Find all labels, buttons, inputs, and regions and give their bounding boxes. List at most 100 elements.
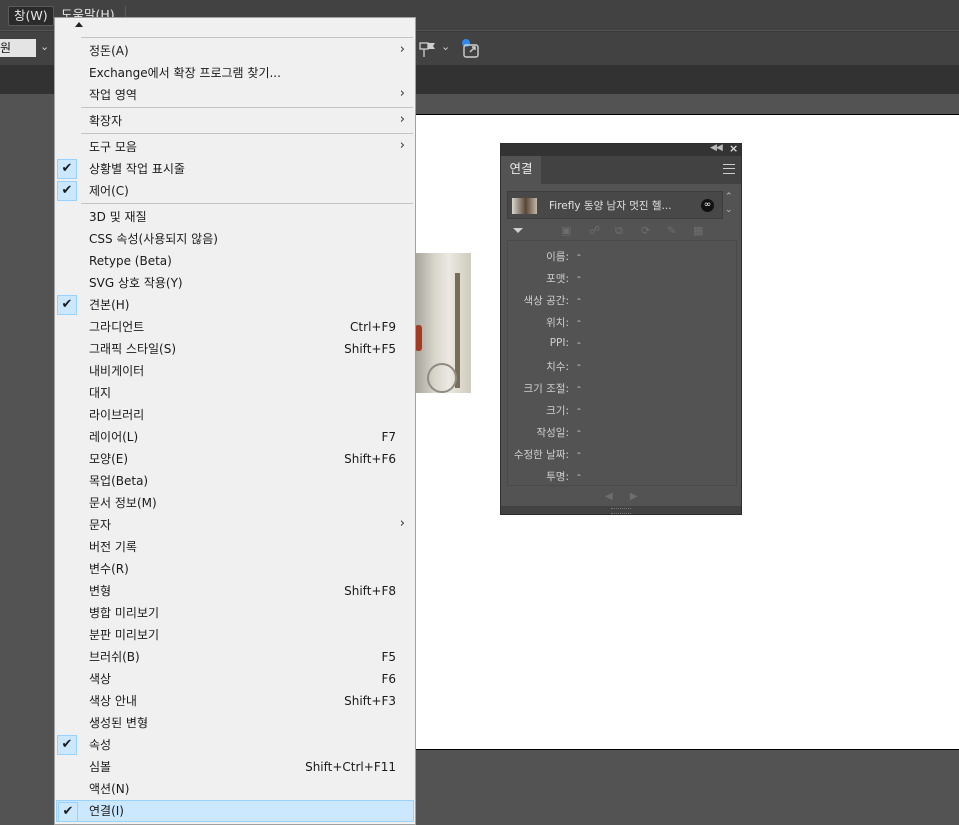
menu-item[interactable]: ✔ 견본(H) [56, 294, 414, 316]
menu-item[interactable]: 대지 [56, 382, 414, 404]
edit-original-icon[interactable]: ✎ [667, 224, 676, 237]
menu-item-label: 연결(I) [89, 804, 124, 818]
menu-item-label: 작업 영역 [89, 88, 137, 102]
menu-item-label: 변수(R) [89, 562, 129, 576]
menu-item[interactable]: 3D 및 재질 [56, 206, 414, 228]
info-row: 작성일: - [508, 421, 736, 443]
menu-item[interactable]: ✔ 상황별 작업 표시줄 [56, 158, 414, 180]
info-key: 크기 조절: [523, 383, 569, 395]
panel-tab-row: 연결 [501, 156, 741, 184]
menu-item-label: 정돈(A) [89, 44, 129, 58]
menu-divider [81, 107, 413, 108]
checkmark-icon: ✔ [57, 295, 77, 315]
menu-divider [81, 133, 413, 134]
info-row: 포맷: - [508, 267, 736, 289]
menu-item-label: 분판 미리보기 [89, 628, 160, 642]
menu-item[interactable]: SVG 상호 작용(Y) [56, 272, 414, 294]
scroll-up-arrow-icon[interactable] [75, 22, 83, 27]
menu-item-label: Retype (Beta) [89, 254, 172, 268]
menu-item[interactable]: 액션(N) [56, 778, 414, 800]
menu-item[interactable]: 문자 › [56, 514, 414, 536]
next-link-icon[interactable]: ▶ [630, 491, 638, 502]
menu-item[interactable]: 병합 미리보기 [56, 602, 414, 624]
menu-item-label: 견본(H) [89, 298, 130, 312]
menu-item[interactable]: 색상 F6 [56, 668, 414, 690]
embed-icon[interactable]: ▣ [561, 224, 571, 237]
info-key: 수정한 날짜: [513, 449, 569, 461]
window-menu-dropdown: 정돈(A) › Exchange에서 확장 프로그램 찾기... 작업 영역 › 확장자 ›… [54, 17, 416, 825]
link-list-item[interactable]: Firefly 동양 남자 멋진 헬... ∞ [507, 191, 723, 219]
menu-item-label: 액션(N) [89, 782, 130, 796]
menu-divider [81, 203, 413, 204]
menu-item[interactable]: 모양(E) Shift+F6 [56, 448, 414, 470]
menu-item-label: 제어(C) [89, 184, 129, 198]
list-scrollbar[interactable]: ⌃ ⌄ [723, 191, 736, 219]
info-key: 위치: [546, 317, 569, 329]
panel-menu-icon[interactable] [723, 164, 735, 174]
menu-window[interactable]: 창(W) [8, 6, 54, 26]
menu-item-label: 색상 [89, 672, 112, 686]
menu-item[interactable]: 내비게이터 [56, 360, 414, 382]
menu-item[interactable]: 심볼 Shift+Ctrl+F11 [56, 756, 414, 778]
info-value: - [577, 381, 581, 393]
link-icon: ∞ [701, 199, 714, 212]
menu-item-shortcut: Shift+F8 [344, 584, 396, 598]
submenu-arrow-icon: › [399, 516, 405, 531]
placed-image[interactable] [415, 253, 471, 393]
menu-item-label: 생성된 변형 [89, 716, 149, 730]
menu-item-label: 목업(Beta) [89, 474, 149, 488]
menu-item-label: SVG 상호 작용(Y) [89, 276, 183, 290]
link-nav: ◀ ▶ [605, 491, 638, 502]
menu-item[interactable]: 정돈(A) › [56, 40, 414, 62]
menu-item-shortcut: F5 [381, 650, 396, 664]
menu-item[interactable]: ✔ 연결(I) [56, 800, 414, 822]
menu-item[interactable]: Exchange에서 확장 프로그램 찾기... [56, 62, 414, 84]
scroll-down-icon[interactable]: ⌄ [725, 205, 733, 215]
info-value: - [577, 425, 581, 437]
menu-item-shortcut: F6 [381, 672, 396, 686]
menu-item[interactable]: 분판 미리보기 [56, 624, 414, 646]
collapse-icon[interactable]: ◀◀ [710, 143, 723, 153]
menu-item[interactable]: 변수(R) [56, 558, 414, 580]
menu-item[interactable]: Retype (Beta) [56, 250, 414, 272]
menu-item[interactable]: 브러쉬(B) F5 [56, 646, 414, 668]
show-info-triangle-icon[interactable] [513, 228, 523, 233]
menu-item[interactable]: 그래픽 스타일(S) Shift+F5 [56, 338, 414, 360]
relink-icon[interactable]: ☍ [589, 224, 600, 237]
menu-item[interactable]: 버전 기록 [56, 536, 414, 558]
menu-item[interactable]: CSS 속성(사용되지 않음) [56, 228, 414, 250]
control-select[interactable]: 원 [0, 39, 36, 57]
menu-item[interactable]: 레이어(L) F7 [56, 426, 414, 448]
info-value: - [577, 447, 581, 459]
menu-item[interactable]: 도구 모음 › [56, 136, 414, 158]
menu-item[interactable]: 그라디언트 Ctrl+F9 [56, 316, 414, 338]
image-detail [455, 273, 460, 388]
update-link-icon[interactable]: ⟳ [641, 224, 650, 237]
export-share-icon[interactable] [459, 37, 483, 61]
chevron-down-icon[interactable]: ⌄ [40, 40, 49, 53]
menu-item[interactable]: 색상 안내 Shift+F3 [56, 690, 414, 712]
trash-icon[interactable]: ▦ [693, 224, 703, 237]
menu-item[interactable]: 작업 영역 › [56, 84, 414, 106]
menu-item-label: 확장자 [89, 114, 123, 128]
link-name: Firefly 동양 남자 멋진 헬... [549, 200, 672, 212]
menu-item[interactable]: ✔ 속성 [56, 734, 414, 756]
previous-link-icon[interactable]: ◀ [605, 491, 613, 502]
flag-align-icon[interactable] [418, 38, 440, 60]
menu-item[interactable]: 문서 정보(M) [56, 492, 414, 514]
menu-item[interactable]: 라이브러리 [56, 404, 414, 426]
close-icon[interactable]: × [729, 142, 738, 155]
scroll-up-icon[interactable]: ⌃ [725, 192, 733, 202]
go-to-link-icon[interactable]: ⧉ [615, 224, 623, 238]
chevron-down-icon[interactable]: ⌄ [441, 40, 450, 53]
menu-divider [81, 37, 413, 38]
resize-grip-icon[interactable] [611, 508, 631, 514]
menu-item[interactable]: 확장자 › [56, 110, 414, 132]
tab-links[interactable]: 연결 [501, 156, 541, 184]
menu-item-label: 버전 기록 [89, 540, 137, 554]
menu-item[interactable]: ✔ 제어(C) [56, 180, 414, 202]
menu-item-label: 속성 [89, 738, 112, 752]
menu-item[interactable]: 생성된 변형 [56, 712, 414, 734]
menu-item[interactable]: 변형 Shift+F8 [56, 580, 414, 602]
menu-item[interactable]: 목업(Beta) [56, 470, 414, 492]
